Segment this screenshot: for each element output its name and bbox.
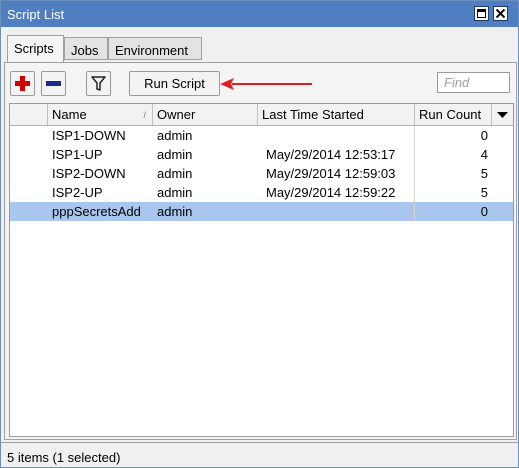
maximize-button[interactable] (474, 6, 489, 21)
column-header-name[interactable]: Name / (48, 104, 153, 125)
close-icon (496, 9, 505, 18)
cell-run-count: 4 (480, 147, 488, 162)
cell-run-count: 5 (480, 185, 488, 200)
run-script-button[interactable]: Run Script (129, 71, 220, 96)
cell-last-time-started: May/29/2014 12:59:03 (258, 164, 415, 183)
cell-name: ISP2-UP (52, 185, 103, 200)
table-row[interactable]: ISP2-UP admin May/29/2014 12:59:22 5 (10, 183, 513, 202)
sort-indicator-icon: / (143, 110, 146, 120)
maximize-icon (477, 9, 486, 18)
tab-environment[interactable]: Environment (108, 37, 202, 60)
remove-button[interactable] (41, 71, 66, 96)
cell-run-count: 5 (480, 166, 488, 181)
title-bar[interactable]: Script List (1, 1, 518, 27)
cell-owner: admin (157, 128, 193, 143)
cell-last-time-started (258, 202, 415, 221)
window-title: Script List (7, 7, 65, 22)
table-row[interactable]: pppSecretsAdd admin 0 (10, 202, 513, 221)
cell-name: ISP2-DOWN (52, 166, 126, 181)
arrow-annotation (220, 78, 312, 90)
cell-last-time-started: May/29/2014 12:53:17 (258, 145, 415, 164)
cell-owner: admin (157, 147, 193, 162)
column-header-last-time-started[interactable]: Last Time Started (258, 104, 415, 125)
cell-owner: admin (157, 166, 193, 181)
scripts-panel: Run Script Name / Owner Last Time Starte… (4, 62, 517, 440)
column-header-owner[interactable]: Owner (153, 104, 258, 125)
tab-scripts[interactable]: Scripts (7, 35, 64, 62)
filter-icon (91, 76, 106, 91)
column-menu-button[interactable] (492, 104, 513, 125)
table-header: Name / Owner Last Time Started Run Count (10, 104, 513, 126)
cell-last-time-started: May/29/2014 12:59:22 (258, 183, 415, 202)
status-bar: 5 items (1 selected) (1, 442, 518, 467)
header-spacer (10, 104, 48, 125)
cell-run-count: 0 (480, 204, 488, 219)
filter-button[interactable] (86, 71, 111, 96)
tab-jobs[interactable]: Jobs (64, 37, 108, 60)
minus-icon (46, 81, 61, 86)
add-button[interactable] (10, 71, 35, 96)
close-button[interactable] (493, 6, 508, 21)
cell-last-time-started (258, 126, 415, 145)
cell-owner: admin (157, 185, 193, 200)
column-header-name-label: Name (52, 107, 87, 122)
cell-name: ISP1-UP (52, 147, 103, 162)
cell-run-count: 0 (480, 128, 488, 143)
cell-owner: admin (157, 204, 193, 219)
table-row[interactable]: ISP2-DOWN admin May/29/2014 12:59:03 5 (10, 164, 513, 183)
chevron-down-icon (497, 112, 508, 118)
cell-name: pppSecretsAdd (52, 204, 141, 219)
find-input[interactable] (437, 72, 510, 93)
script-table: Name / Owner Last Time Started Run Count… (9, 103, 514, 437)
table-row[interactable]: ISP1-DOWN admin 0 (10, 126, 513, 145)
table-row[interactable]: ISP1-UP admin May/29/2014 12:53:17 4 (10, 145, 513, 164)
status-text: 5 items (1 selected) (7, 450, 121, 465)
cell-name: ISP1-DOWN (52, 128, 126, 143)
plus-icon (15, 76, 30, 91)
script-list-window: Script List Scripts Jobs Environment Run… (0, 0, 519, 468)
column-header-run-count[interactable]: Run Count (415, 104, 492, 125)
